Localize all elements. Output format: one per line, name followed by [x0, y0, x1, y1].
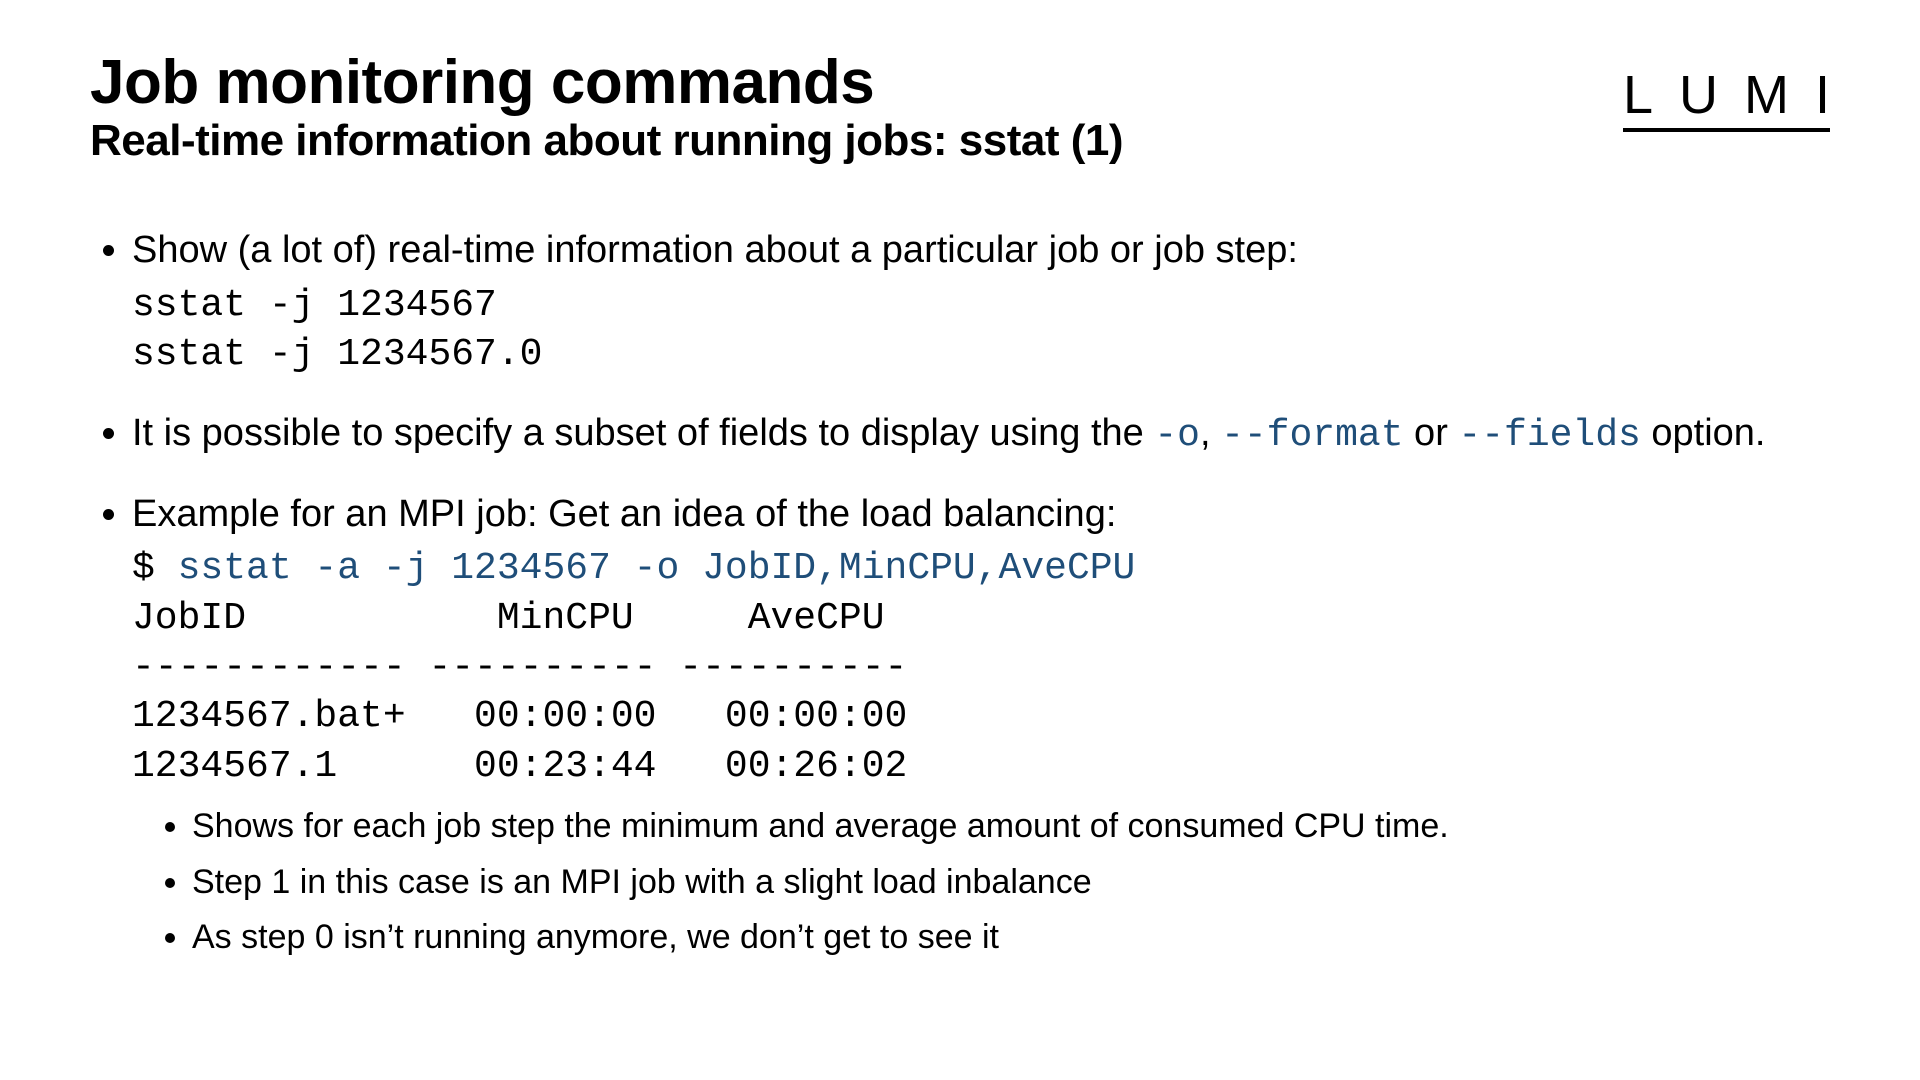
bullet-2: It is possible to specify a subset of fi… [132, 408, 1830, 461]
example-command: sstat -a -j 1234567 -o JobID,MinCPU,AveC… [178, 547, 1136, 590]
opt-o: -o [1154, 414, 1200, 457]
bullet-2-pre: It is possible to specify a subset of fi… [132, 412, 1154, 454]
prompt: $ [132, 547, 178, 590]
opt-format: --format [1221, 414, 1403, 457]
output-header: JobID MinCPU AveCPU [132, 597, 885, 640]
sub-bullet-3: As step 0 isn’t running anymore, we don’… [192, 914, 1830, 962]
sub-bullet-1: Shows for each job step the minimum and … [192, 803, 1830, 851]
slide: Job monitoring commands Real-time inform… [0, 0, 1920, 1080]
logo-letter: U [1679, 65, 1744, 125]
sub-bullet-list: Shows for each job step the minimum and … [132, 803, 1830, 962]
slide-subtitle: Real-time information about running jobs… [90, 117, 1123, 165]
bullet-1-code: sstat -j 1234567 sstat -j 1234567.0 [132, 281, 1830, 380]
logo-letter: I [1815, 65, 1830, 125]
bullet-3-text: Example for an MPI job: Get an idea of t… [132, 493, 1116, 535]
lumi-logo: LUMI [1623, 64, 1830, 132]
title-block: Job monitoring commands Real-time inform… [90, 50, 1123, 165]
sub-bullet-2: Step 1 in this case is an MPI job with a… [192, 859, 1830, 907]
bullet-1-text: Show (a lot of) real-time information ab… [132, 229, 1298, 271]
slide-title: Job monitoring commands [90, 50, 1123, 115]
output-row-2: 1234567.1 00:23:44 00:26:02 [132, 745, 907, 788]
output-separator: ------------ ---------- ---------- [132, 646, 907, 689]
bullet-1: Show (a lot of) real-time information ab… [132, 225, 1830, 379]
code-line: sstat -j 1234567.0 [132, 333, 542, 376]
bullet-3: Example for an MPI job: Get an idea of t… [132, 489, 1830, 962]
logo-letter: M [1744, 65, 1815, 125]
code-line: sstat -j 1234567 [132, 284, 497, 327]
bullet-list: Show (a lot of) real-time information ab… [90, 225, 1830, 961]
opt-fields: --fields [1458, 414, 1640, 457]
bullet-2-post: option. [1641, 412, 1766, 454]
output-row-1: 1234567.bat+ 00:00:00 00:00:00 [132, 695, 907, 738]
bullet-2-sep1: , [1200, 412, 1221, 454]
logo-letter: L [1623, 65, 1679, 125]
bullet-2-sep2: or [1404, 412, 1459, 454]
slide-header: Job monitoring commands Real-time inform… [90, 50, 1830, 165]
bullet-3-code: $ sstat -a -j 1234567 -o JobID,MinCPU,Av… [132, 544, 1830, 791]
